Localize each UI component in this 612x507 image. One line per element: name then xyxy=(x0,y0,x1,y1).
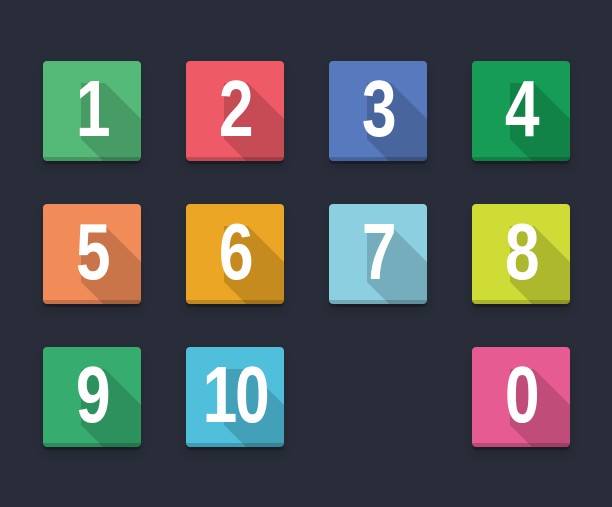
number-tile-10[interactable]: 10 xyxy=(186,347,284,447)
number-tile-4[interactable]: 4 xyxy=(472,61,570,161)
tile-number: 1 xyxy=(75,64,111,153)
number-tile-8[interactable]: 8 xyxy=(472,204,570,304)
tile-number: 8 xyxy=(504,207,540,296)
number-tile-5[interactable]: 5 xyxy=(43,204,141,304)
tile-bottom-edge xyxy=(472,300,570,304)
tile-number: 7 xyxy=(361,207,397,296)
tile-bottom-edge xyxy=(329,300,427,304)
number-tile-0[interactable]: 0 xyxy=(472,347,570,447)
tile-number: 6 xyxy=(218,207,254,296)
tile-bottom-edge xyxy=(186,443,284,447)
number-tile-9[interactable]: 9 xyxy=(43,347,141,447)
number-tile-7[interactable]: 7 xyxy=(329,204,427,304)
tile-number: 0 xyxy=(504,350,540,439)
number-tile-3[interactable]: 3 xyxy=(329,61,427,161)
tile-number: 5 xyxy=(75,207,111,296)
tile-bottom-edge xyxy=(43,443,141,447)
tile-bottom-edge xyxy=(472,443,570,447)
number-tile-2[interactable]: 2 xyxy=(186,61,284,161)
tile-bottom-edge xyxy=(186,157,284,161)
number-tile-6[interactable]: 6 xyxy=(186,204,284,304)
tile-number: 4 xyxy=(504,64,540,153)
tile-bottom-edge xyxy=(472,157,570,161)
tile-bottom-edge xyxy=(186,300,284,304)
tile-bottom-edge xyxy=(43,300,141,304)
tile-number: 3 xyxy=(361,64,397,153)
tile-number: 10 xyxy=(202,350,270,439)
number-tile-1[interactable]: 1 xyxy=(43,61,141,161)
number-tile-grid: 1 2 3 4 5 6 7 8 9 10 0 xyxy=(0,0,612,507)
tile-bottom-edge xyxy=(329,157,427,161)
tile-number: 9 xyxy=(75,350,111,439)
tile-bottom-edge xyxy=(43,157,141,161)
tile-number: 2 xyxy=(218,64,254,153)
